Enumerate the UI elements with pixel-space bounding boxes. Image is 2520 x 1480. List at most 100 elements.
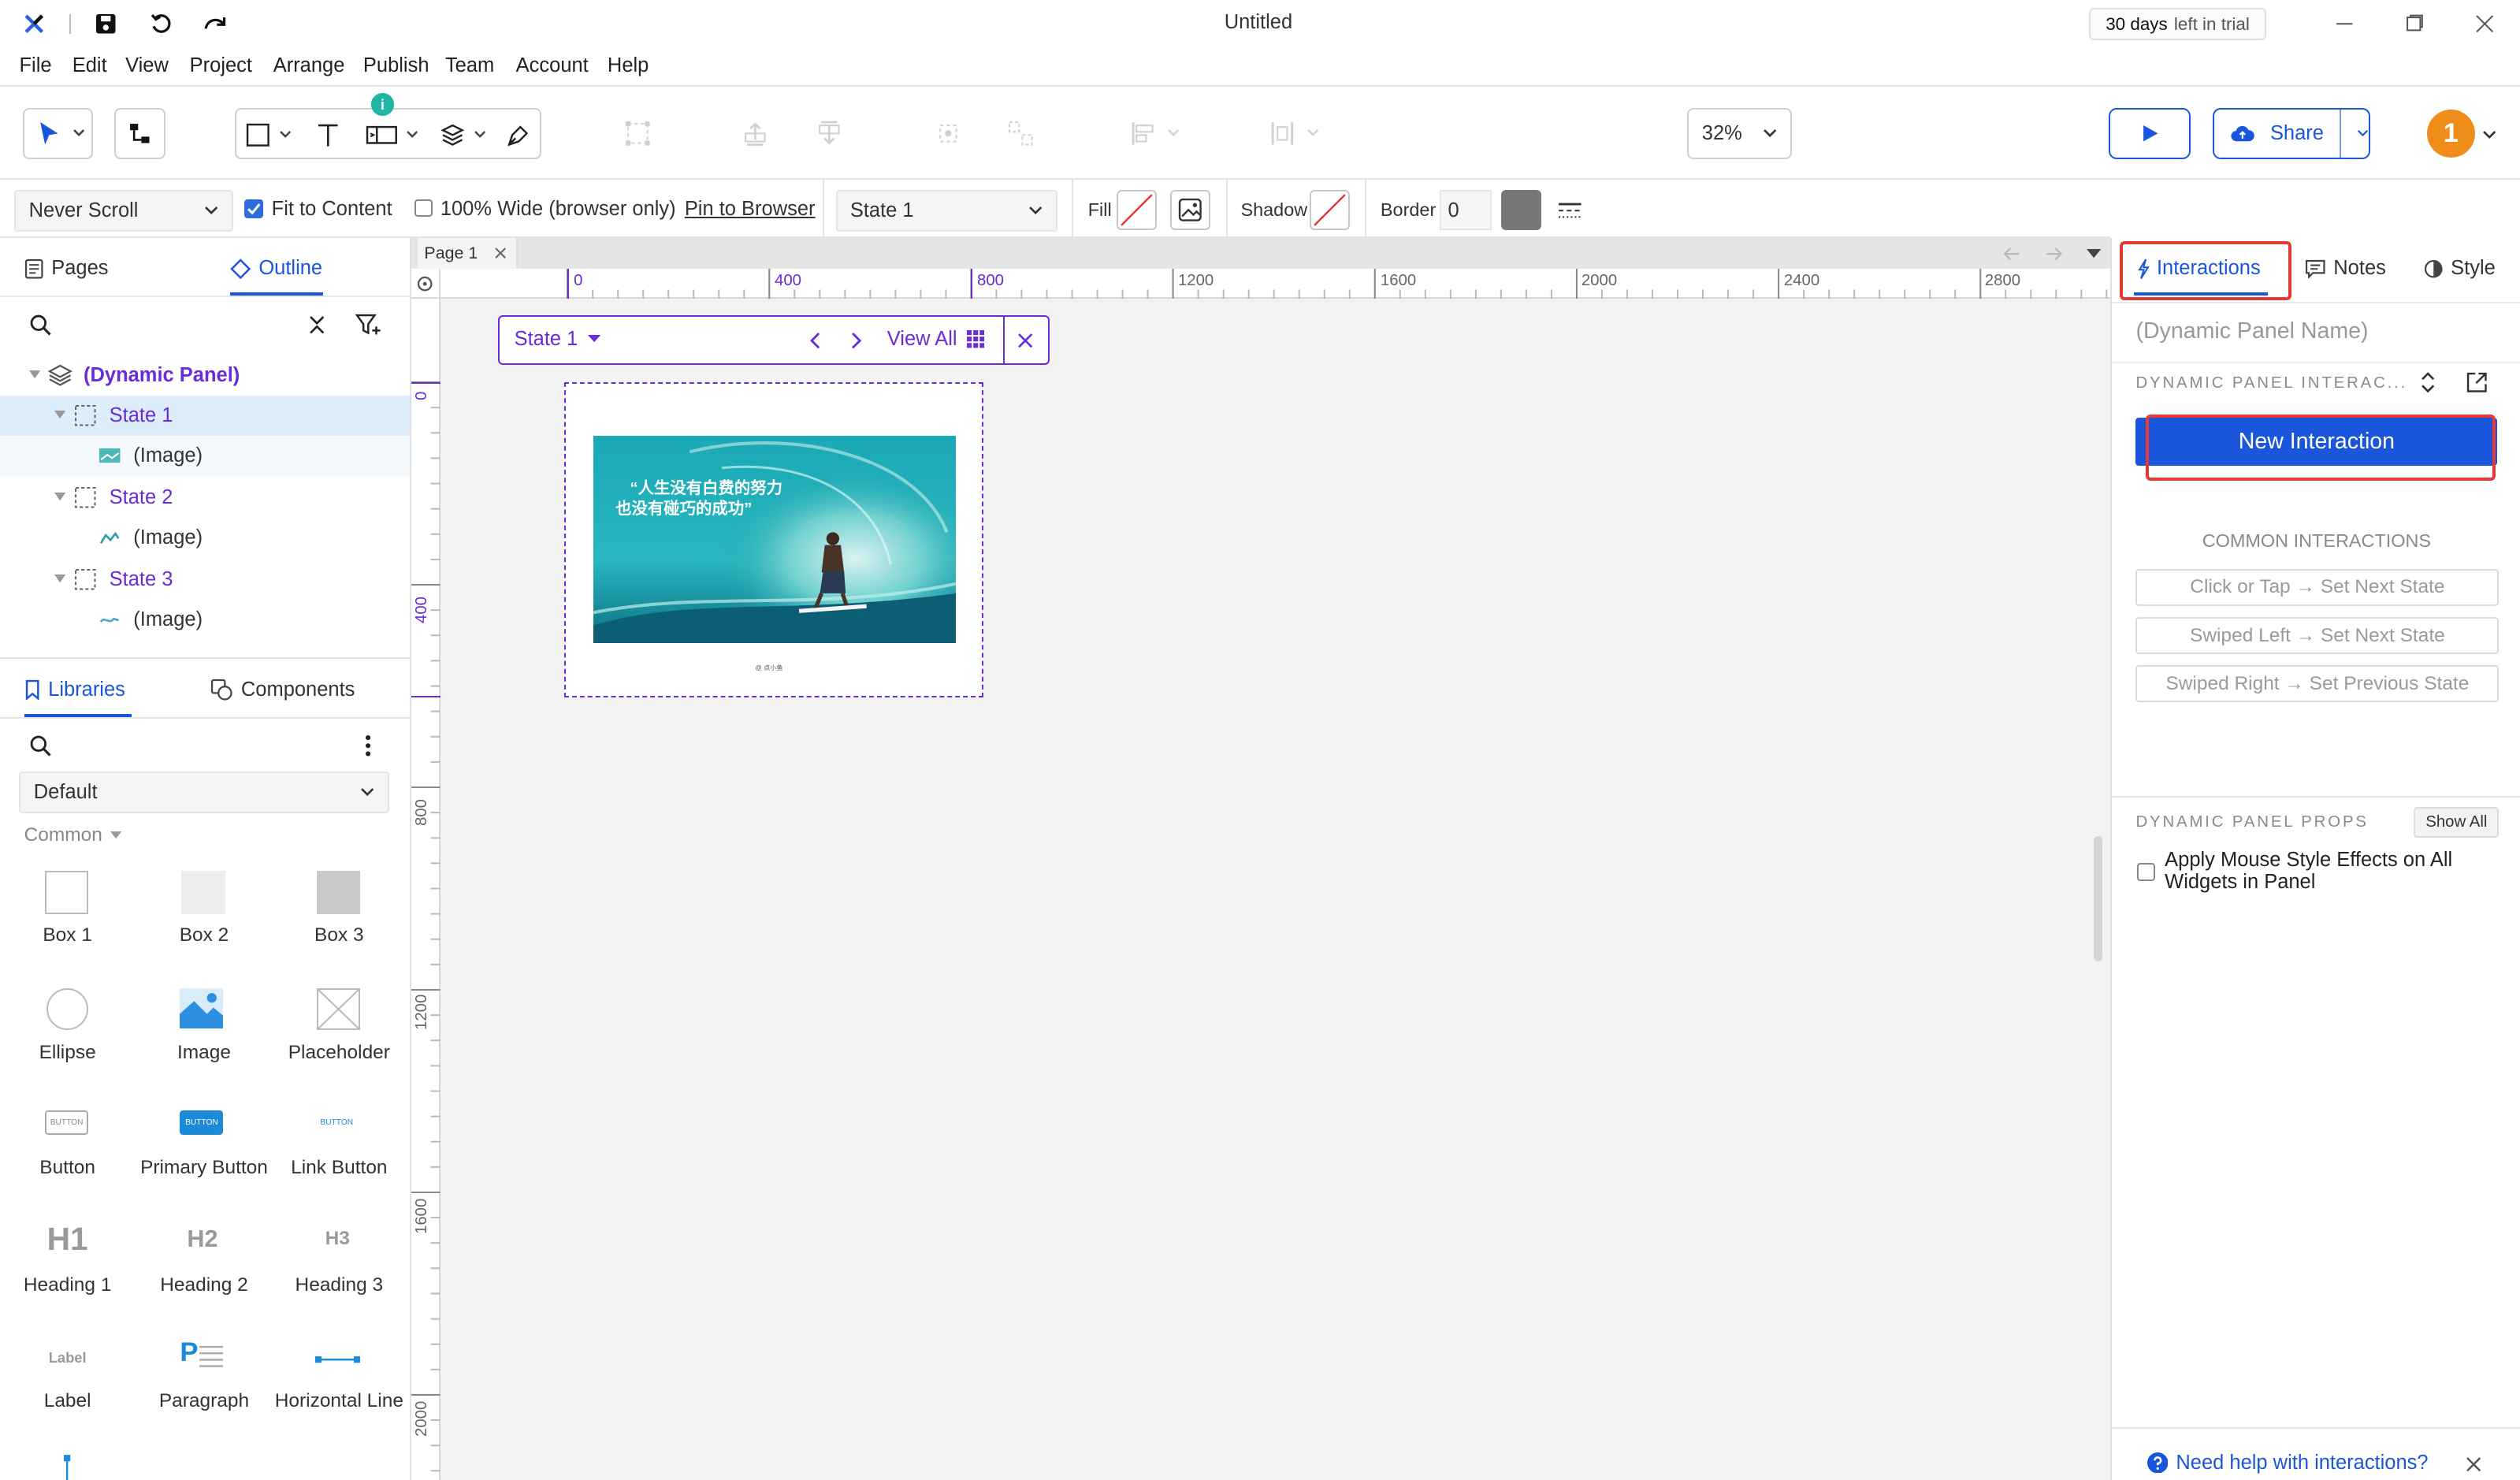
preview-button[interactable]: [2108, 107, 2191, 159]
widget-label-icon[interactable]: Label: [39, 1347, 96, 1370]
show-all-button[interactable]: Show All: [2414, 806, 2500, 838]
page-tab[interactable]: Page 1: [418, 237, 518, 269]
tree-item-image[interactable]: (Image): [0, 435, 411, 476]
send-back-icon[interactable]: [812, 116, 847, 151]
more-options-icon[interactable]: [354, 731, 383, 760]
tab-forward-icon[interactable]: [2042, 243, 2065, 266]
next-state-icon[interactable]: [846, 329, 868, 352]
select-tool[interactable]: [22, 107, 94, 159]
widget-box3-icon[interactable]: [316, 871, 360, 915]
canvas-scrollbar[interactable]: [2094, 835, 2102, 961]
dynamic-panel-frame[interactable]: “人生没有白费的努力 也没有碰巧的成功” @ 点小鱼: [563, 382, 984, 698]
tree-item-state-2[interactable]: State 2: [0, 478, 410, 518]
ungroup-icon[interactable]: [1003, 116, 1039, 151]
tab-outline[interactable]: Outline: [229, 257, 322, 280]
library-select[interactable]: Default: [19, 771, 389, 813]
vertical-ruler[interactable]: 0 400 800 1200 1600 2000: [411, 299, 440, 1480]
tab-pages[interactable]: Pages: [24, 257, 109, 280]
close-tab-icon[interactable]: [495, 247, 507, 259]
wave-image[interactable]: [593, 435, 957, 643]
zoom-select[interactable]: 32%: [1687, 107, 1793, 159]
popout-icon[interactable]: [2464, 370, 2490, 396]
border-color-swatch[interactable]: [1500, 189, 1541, 230]
menu-help[interactable]: Help: [608, 54, 649, 77]
tree-item-state-1[interactable]: State 1: [0, 395, 411, 436]
tree-item-image[interactable]: (Image): [0, 518, 410, 558]
pin-to-browser-link[interactable]: Pin to Browser: [685, 198, 816, 221]
widget-image-icon[interactable]: [180, 988, 224, 1029]
wide-label[interactable]: 100% Wide (browser only): [440, 198, 676, 221]
align-center-icon[interactable]: [931, 116, 966, 151]
widget-primary-button-icon[interactable]: BUTTON: [180, 1110, 224, 1135]
dynamic-panel-tool[interactable]: [360, 121, 425, 150]
tab-components[interactable]: Components: [210, 679, 355, 701]
text-tool[interactable]: [310, 121, 346, 150]
maximize-icon[interactable]: [2403, 13, 2425, 35]
scroll-select[interactable]: Never Scroll: [14, 189, 233, 232]
tree-item-dynamic-panel[interactable]: (Dynamic Panel): [0, 355, 410, 396]
menu-project[interactable]: Project: [190, 54, 252, 77]
widget-vertical-line-icon[interactable]: [61, 1452, 72, 1480]
widget-box2-icon[interactable]: [181, 871, 225, 915]
menu-file[interactable]: File: [19, 54, 51, 77]
category-common[interactable]: Common: [24, 824, 122, 846]
prev-state-icon[interactable]: [804, 329, 827, 352]
info-badge[interactable]: i: [371, 93, 394, 116]
fit-content-checkbox[interactable]: [244, 199, 264, 219]
horizontal-ruler[interactable]: 0 400 800 1200 1600 2000 2400 2800: [440, 268, 2110, 299]
panel-name-input[interactable]: (Dynamic Panel Name): [2135, 318, 2368, 344]
state-dropdown[interactable]: State 1: [515, 328, 600, 351]
search-icon[interactable]: [26, 311, 55, 340]
avatar[interactable]: 1: [2426, 109, 2475, 158]
widget-heading2-icon[interactable]: H2: [177, 1223, 228, 1255]
menu-team[interactable]: Team: [445, 54, 494, 77]
border-style-icon[interactable]: [1552, 195, 1588, 227]
interaction-click-tap[interactable]: Click or Tap → Set Next State: [2135, 568, 2500, 606]
close-window-icon[interactable]: [2474, 13, 2496, 35]
widget-placeholder-icon[interactable]: [316, 988, 360, 1031]
widget-button-icon[interactable]: BUTTON: [45, 1110, 89, 1135]
help-link[interactable]: Need help with interactions?: [2146, 1452, 2429, 1474]
tree-item-state-3[interactable]: State 3: [0, 560, 410, 600]
align-dropdown[interactable]: [1122, 116, 1187, 151]
interaction-swiped-left[interactable]: Swiped Left → Set Next State: [2135, 617, 2500, 655]
shadow-swatch[interactable]: [1310, 189, 1351, 230]
view-all-button[interactable]: View All: [887, 328, 985, 351]
close-state-editor-icon[interactable]: [1014, 329, 1037, 352]
layers-tool[interactable]: [434, 121, 492, 150]
widget-box1-icon[interactable]: [45, 871, 89, 915]
border-width-input[interactable]: 0: [1440, 189, 1492, 230]
rectangle-tool[interactable]: [244, 121, 292, 150]
pen-tool[interactable]: [501, 121, 537, 150]
fill-color-swatch[interactable]: [1117, 189, 1158, 230]
account-chevron-icon[interactable]: [2480, 127, 2499, 143]
widget-heading3-icon[interactable]: H3: [312, 1226, 363, 1252]
bring-front-icon[interactable]: [738, 116, 773, 151]
fit-content-label[interactable]: Fit to Content: [272, 198, 392, 221]
group-icon[interactable]: [620, 116, 656, 151]
state-select[interactable]: State 1: [835, 189, 1057, 232]
sort-icon[interactable]: [2417, 370, 2440, 396]
tab-style[interactable]: Style: [2424, 257, 2496, 280]
widget-heading1-icon[interactable]: H1: [42, 1220, 93, 1259]
library-search-icon[interactable]: [26, 731, 55, 760]
menu-arrange[interactable]: Arrange: [273, 54, 345, 77]
share-button[interactable]: Share: [2213, 107, 2371, 159]
mouse-effects-checkbox[interactable]: [2137, 863, 2155, 881]
menu-view[interactable]: View: [125, 54, 169, 77]
minimize-icon[interactable]: [2333, 13, 2356, 35]
fill-image-button[interactable]: [1169, 189, 1210, 230]
tab-back-icon[interactable]: [2001, 243, 2024, 266]
trial-badge[interactable]: 30 days left in trial: [2089, 8, 2266, 40]
tab-notes[interactable]: Notes: [2305, 257, 2386, 280]
tab-libraries[interactable]: Libraries: [24, 679, 125, 701]
ruler-corner[interactable]: [411, 268, 440, 299]
wide-checkbox[interactable]: [414, 199, 433, 218]
widget-link-button-icon[interactable]: BUTTON: [315, 1110, 359, 1135]
mouse-effects-label[interactable]: Apply Mouse Style Effects on All Widgets…: [2165, 849, 2486, 894]
filter-icon[interactable]: [354, 311, 383, 340]
tree-item-image[interactable]: (Image): [0, 600, 410, 640]
tab-menu-icon[interactable]: [2083, 244, 2106, 263]
connector-tool[interactable]: [113, 107, 166, 159]
widget-ellipse-icon[interactable]: [46, 988, 89, 1031]
